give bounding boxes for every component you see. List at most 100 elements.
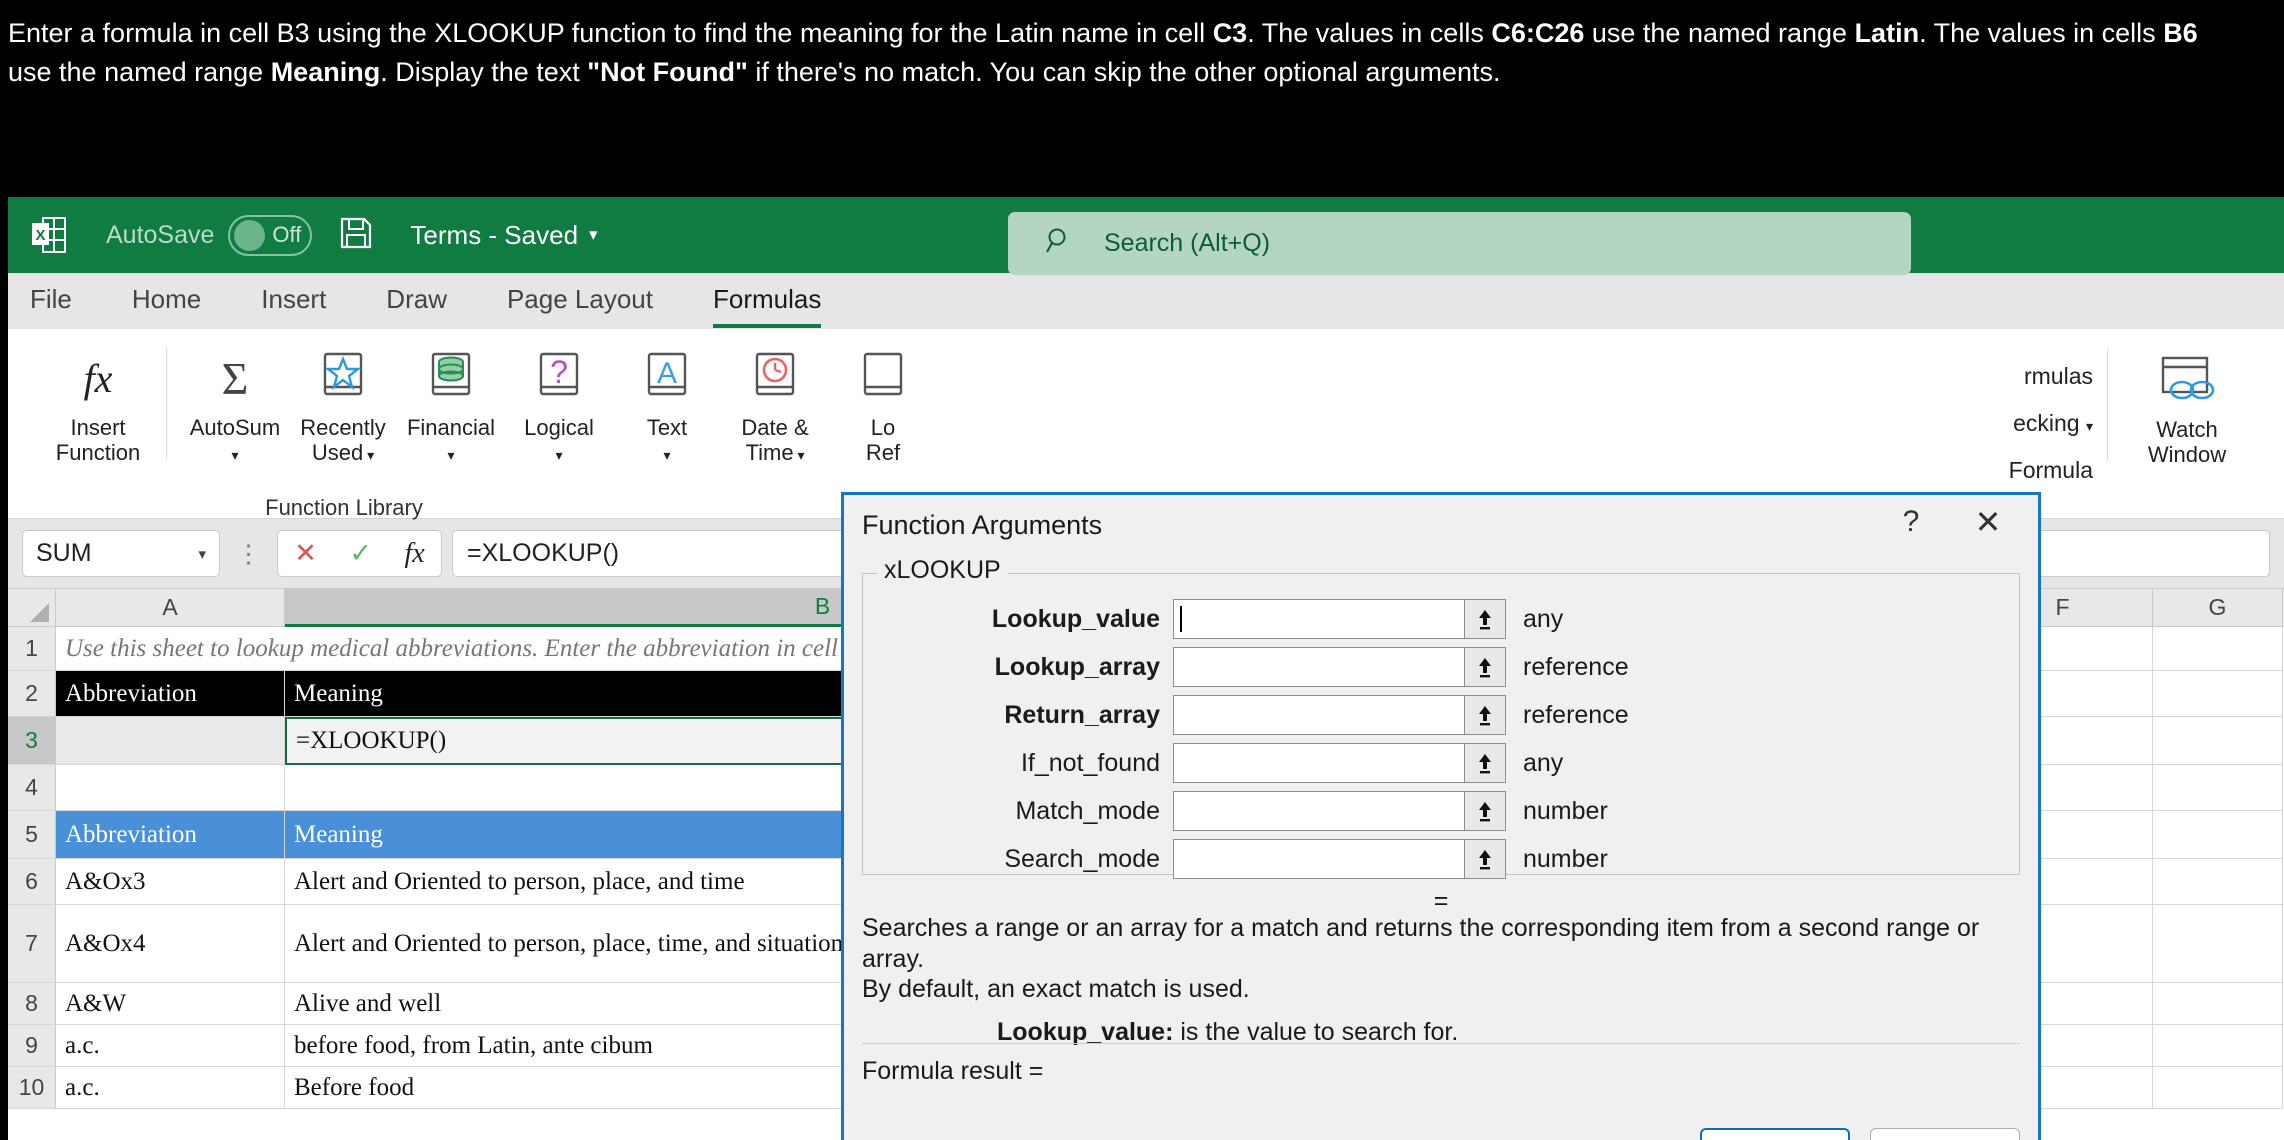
auditing-line-1[interactable]: rmulas xyxy=(2009,353,2093,400)
cell-G7[interactable] xyxy=(2153,905,2283,983)
description-line-2: By default, an exact match is used. xyxy=(862,974,2020,1005)
fx-icon[interactable]: fx xyxy=(405,538,425,570)
row-header-1[interactable]: 1 xyxy=(8,627,56,671)
cell-A9[interactable]: a.c. xyxy=(56,1025,285,1067)
ribbon-button-insert-function[interactable]: fxInsertFunction xyxy=(44,343,152,465)
row-header-7[interactable]: 7 xyxy=(8,905,56,983)
tab-draw[interactable]: Draw xyxy=(386,284,447,318)
range-picker-icon[interactable] xyxy=(1464,695,1506,735)
ribbon-button-logical[interactable]: ?Logical▾ xyxy=(505,343,613,465)
tab-home[interactable]: Home xyxy=(132,284,201,318)
chevron-down-icon[interactable]: ▾ xyxy=(663,447,670,463)
fx-icon: fx xyxy=(69,347,127,409)
save-disk-icon[interactable] xyxy=(338,215,374,256)
chevron-down-icon[interactable]: ▾ xyxy=(2086,418,2093,434)
cell-A10[interactable]: a.c. xyxy=(56,1067,285,1109)
row-header-8[interactable]: 8 xyxy=(8,983,56,1025)
argument-type-lookup_value: any xyxy=(1523,605,1563,634)
cell-G8[interactable] xyxy=(2153,983,2283,1025)
function-arguments-dialog: Function Arguments ? ✕ xLOOKUP Lookup_va… xyxy=(841,492,2041,1140)
cell-G3[interactable] xyxy=(2153,717,2283,765)
autosave-toggle[interactable]: Off xyxy=(228,215,312,256)
document-title[interactable]: Terms - Saved xyxy=(410,220,578,251)
ribbon-button-label-2: ▾ xyxy=(447,440,454,465)
dialog-help-icon[interactable]: ? xyxy=(1889,505,1933,539)
argument-input-if_not_found[interactable] xyxy=(1173,743,1464,783)
argument-input-lookup_value[interactable] xyxy=(1173,599,1464,639)
auditing-line-2[interactable]: ecking ▾ xyxy=(2009,400,2093,447)
cell-G5[interactable] xyxy=(2153,811,2283,859)
argument-input-return_array[interactable] xyxy=(1173,695,1464,735)
cell-A6[interactable]: A&Ox3 xyxy=(56,859,285,905)
question-book-icon: ? xyxy=(534,347,584,409)
row-header-5[interactable]: 5 xyxy=(8,811,56,859)
chevron-down-icon[interactable]: ▾ xyxy=(555,447,562,463)
column-header-G[interactable]: G xyxy=(2153,589,2283,627)
formula-result-label: Formula result = xyxy=(862,1057,1043,1085)
ribbon-button-lookup-reference[interactable]: LoRef xyxy=(829,343,937,465)
ribbon-button-label: Financial xyxy=(407,415,495,440)
cancel-button[interactable]: Cancel xyxy=(1870,1128,2020,1140)
argument-input-match_mode[interactable] xyxy=(1173,791,1464,831)
chevron-down-icon[interactable]: ▾ xyxy=(363,447,374,463)
cell-G10[interactable] xyxy=(2153,1067,2283,1109)
tab-file[interactable]: File xyxy=(30,284,72,318)
cell-G6[interactable] xyxy=(2153,859,2283,905)
range-picker-icon[interactable] xyxy=(1464,839,1506,879)
argument-type-search_mode: number xyxy=(1523,845,1608,874)
cell-A4[interactable] xyxy=(56,765,285,811)
row-header-6[interactable]: 6 xyxy=(8,859,56,905)
dialog-title-bar: Function Arguments ? ✕ xyxy=(844,495,2038,555)
auditing-line-3[interactable]: Formula xyxy=(2009,447,2093,494)
select-all-corner[interactable] xyxy=(8,589,56,627)
row-header-2[interactable]: 2 xyxy=(8,671,56,717)
ribbon-button-recently-used[interactable]: RecentlyUsed ▾ xyxy=(289,343,397,465)
enter-check-icon[interactable]: ✓ xyxy=(349,538,372,569)
range-picker-icon[interactable] xyxy=(1464,743,1506,783)
ribbon-button-date-time[interactable]: Date &Time ▾ xyxy=(721,343,829,465)
cancel-x-icon[interactable]: ✕ xyxy=(294,538,317,569)
chevron-down-icon[interactable]: ▾ xyxy=(198,545,206,563)
ribbon-button-label: Text xyxy=(647,415,687,440)
autosave-knob xyxy=(234,220,265,251)
ribbon-button-financial[interactable]: Financial ▾ xyxy=(397,343,505,465)
column-header-A[interactable]: A xyxy=(56,589,285,627)
ribbon-button-text[interactable]: A Text ▾ xyxy=(613,343,721,465)
chevron-down-icon[interactable]: ▾ xyxy=(447,447,454,463)
tab-insert[interactable]: Insert xyxy=(261,284,326,318)
tab-formulas[interactable]: Formulas xyxy=(713,284,821,318)
row-header-3[interactable]: 3 xyxy=(8,717,56,765)
more-options-icon[interactable]: ⋮ xyxy=(236,539,261,569)
search-input[interactable]: Search (Alt+Q) xyxy=(1008,212,1911,275)
cell-A2[interactable]: Abbreviation xyxy=(56,671,285,717)
cell-A7[interactable]: A&Ox4 xyxy=(56,905,285,983)
cell-A3[interactable] xyxy=(56,717,285,765)
close-icon[interactable]: ✕ xyxy=(1966,503,2010,541)
cell-G2[interactable] xyxy=(2153,671,2283,717)
tab-page-layout[interactable]: Page Layout xyxy=(507,284,653,318)
cell-G9[interactable] xyxy=(2153,1025,2283,1067)
cell-A5[interactable]: Abbreviation xyxy=(56,811,285,859)
ok-button[interactable]: OK xyxy=(1700,1128,1850,1140)
cell-G1[interactable] xyxy=(2153,627,2283,671)
name-box[interactable]: SUM ▾ xyxy=(22,530,220,577)
watch-window-button[interactable]: Watch Window xyxy=(2122,345,2252,467)
row-header-4[interactable]: 4 xyxy=(8,765,56,811)
chevron-down-icon[interactable]: ▾ xyxy=(794,447,805,463)
chevron-down-icon[interactable]: ▾ xyxy=(589,225,598,245)
ribbon-button-label-2: Function xyxy=(56,440,140,465)
cell-G4[interactable] xyxy=(2153,765,2283,811)
svg-text:A: A xyxy=(657,357,677,390)
ribbon-button-autosum[interactable]: ΣAutoSum▾ xyxy=(181,343,289,465)
row-header-10[interactable]: 10 xyxy=(8,1067,56,1109)
instruction-banner: Enter a formula in cell B3 using the XLO… xyxy=(0,0,2284,197)
range-picker-icon[interactable] xyxy=(1464,647,1506,687)
range-picker-icon[interactable] xyxy=(1464,791,1506,831)
range-picker-icon[interactable] xyxy=(1464,599,1506,639)
chevron-down-icon[interactable]: ▾ xyxy=(231,447,238,463)
argument-input-search_mode[interactable] xyxy=(1173,839,1464,879)
cell-A8[interactable]: A&W xyxy=(56,983,285,1025)
argument-input-lookup_array[interactable] xyxy=(1173,647,1464,687)
ribbon-separator xyxy=(166,347,167,459)
row-header-9[interactable]: 9 xyxy=(8,1025,56,1067)
